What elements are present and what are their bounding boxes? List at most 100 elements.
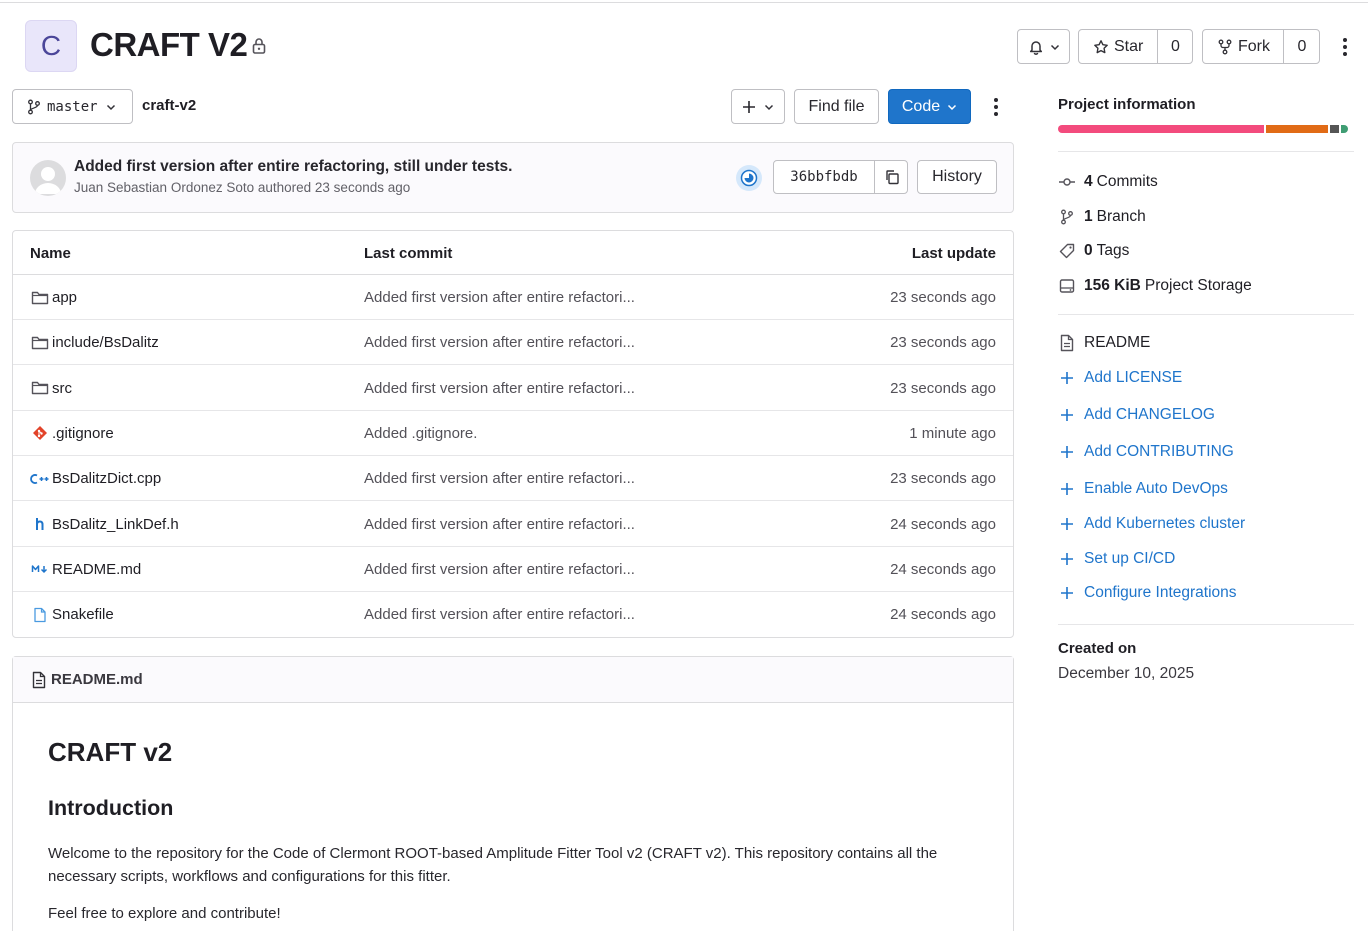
fork-button[interactable]: Fork 0: [1202, 29, 1320, 64]
file-last-commit[interactable]: Added first version after entire refacto…: [364, 366, 635, 411]
project-avatar[interactable]: C: [25, 20, 77, 72]
file-last-commit[interactable]: Added first version after entire refacto…: [364, 502, 635, 547]
project-information-heading: Project information: [1058, 96, 1196, 113]
readme-link-label: README: [1084, 334, 1151, 351]
readme-title: CRAFT v2: [48, 737, 173, 767]
document-icon: [31, 671, 47, 689]
branch-selector[interactable]: master: [12, 89, 133, 124]
table-row[interactable]: Snakefile Added first version after entir…: [13, 592, 1013, 637]
column-last-commit: Last commit: [364, 245, 453, 262]
add-dropdown-button[interactable]: [731, 89, 785, 124]
file-last-commit[interactable]: Added first version after entire refacto…: [364, 547, 635, 592]
language-bar[interactable]: [1058, 125, 1354, 133]
plus-icon: [1058, 369, 1076, 387]
file-name[interactable]: README.md: [52, 561, 141, 578]
table-row[interactable]: src Added first version after entire refa…: [13, 366, 1013, 411]
sidebar-action-add-changelog[interactable]: Add CHANGELOG: [1058, 404, 1215, 426]
top-border: [0, 0, 1368, 3]
readme-paragraph: Feel free to explore and contribute!: [48, 905, 281, 922]
code-button[interactable]: Code: [888, 89, 971, 124]
file-name-cell[interactable]: include/BsDalitz: [30, 320, 159, 365]
fork-count[interactable]: 0: [1284, 38, 1320, 56]
file-name[interactable]: BsDalitz_LinkDef.h: [52, 516, 179, 533]
commit-message[interactable]: Added first version after entire refacto…: [74, 158, 512, 176]
plus-icon: [1058, 584, 1076, 602]
table-row[interactable]: .gitignore Added .gitignore. 1 minute ago: [13, 411, 1013, 456]
table-row[interactable]: include/BsDalitz Added first version afte…: [13, 320, 1013, 366]
readme-file-label[interactable]: README.md: [51, 671, 143, 688]
language-segment[interactable]: [1340, 125, 1349, 133]
sidebar-action-enable-auto-devops[interactable]: Enable Auto DevOps: [1058, 478, 1228, 500]
table-row[interactable]: BsDalitzDict.cpp Added first version afte…: [13, 456, 1013, 502]
language-segment[interactable]: [1265, 125, 1329, 133]
copy-icon[interactable]: [875, 161, 908, 193]
file-name[interactable]: Snakefile: [52, 606, 114, 623]
stat-label: Branch: [1096, 207, 1146, 225]
language-segment[interactable]: [1330, 125, 1339, 133]
sidebar-action-add-license[interactable]: Add LICENSE: [1058, 367, 1182, 389]
more-actions-icon[interactable]: [1337, 36, 1353, 58]
file-last-commit[interactable]: Added first version after entire refacto…: [364, 592, 635, 637]
commit-sha[interactable]: 36bbfbdb: [774, 169, 874, 185]
sidebar-action-add-contributing[interactable]: Add CONTRIBUTING: [1058, 441, 1234, 463]
project-stat-project-storage[interactable]: 156 KiB Project Storage: [1058, 275, 1252, 297]
star-icon: [1093, 39, 1109, 55]
file-name-cell[interactable]: .gitignore: [30, 411, 114, 456]
stat-count: 0: [1084, 242, 1093, 260]
commit-icon: [1058, 173, 1076, 191]
file-last-commit[interactable]: Added first version after entire refacto…: [364, 320, 635, 365]
project-stat-tags[interactable]: 0 Tags: [1058, 240, 1129, 262]
sidebar-action-label: Add CHANGELOG: [1084, 406, 1215, 423]
project-stat-commits[interactable]: 4 Commits: [1058, 171, 1158, 193]
table-row[interactable]: BsDalitz_LinkDef.h Added first version af…: [13, 502, 1013, 547]
readme-link[interactable]: README: [1058, 332, 1150, 354]
file-name[interactable]: .gitignore: [52, 425, 114, 442]
project-avatar-letter: C: [40, 30, 62, 61]
file-last-update: 24 seconds ago: [890, 560, 996, 578]
language-segment[interactable]: [1058, 125, 1264, 133]
file-name-cell[interactable]: BsDalitz_LinkDef.h: [30, 502, 179, 547]
file-name-cell[interactable]: src: [30, 366, 72, 411]
avatar[interactable]: [30, 160, 66, 196]
document-icon: [1058, 334, 1076, 352]
sidebar-divider: [1058, 314, 1354, 315]
folder-icon: [30, 288, 50, 308]
file-name-cell[interactable]: README.md: [30, 547, 141, 592]
sidebar-action-add-kubernetes-cluster[interactable]: Add Kubernetes cluster: [1058, 513, 1245, 535]
file-name[interactable]: app: [52, 289, 77, 306]
table-row[interactable]: README.md Added first version after entir…: [13, 547, 1013, 592]
file-last-commit[interactable]: Added first version after entire refacto…: [364, 275, 635, 320]
created-on-date: December 10, 2025: [1058, 665, 1195, 682]
star-count[interactable]: 0: [1158, 38, 1193, 56]
file-last-commit[interactable]: Added .gitignore.: [364, 411, 477, 456]
stat-count: 4: [1084, 173, 1093, 190]
code-label: Code: [901, 97, 941, 115]
file-name[interactable]: include/BsDalitz: [52, 334, 159, 351]
sidebar-divider: [1058, 151, 1354, 152]
find-file-button[interactable]: Find file: [794, 89, 879, 124]
file-last-update: 24 seconds ago: [890, 515, 996, 533]
repo-more-icon[interactable]: [988, 96, 1004, 118]
readme-section-heading: Introduction: [48, 796, 174, 820]
folder-icon: [30, 333, 50, 353]
pipeline-status-icon[interactable]: [736, 165, 762, 191]
star-button[interactable]: Star 0: [1078, 29, 1193, 64]
created-on-label: Created on: [1058, 640, 1137, 657]
plus-icon: [1058, 550, 1076, 568]
star-label: Star: [1114, 37, 1144, 55]
column-name: Name: [30, 245, 71, 262]
file-name-cell[interactable]: app: [30, 275, 77, 320]
file-last-update: 23 seconds ago: [890, 379, 996, 397]
history-button[interactable]: History: [917, 160, 997, 194]
file-last-commit[interactable]: Added first version after entire refacto…: [364, 456, 635, 501]
file-name[interactable]: src: [52, 380, 72, 397]
file-name-cell[interactable]: BsDalitzDict.cpp: [30, 456, 161, 501]
file-name[interactable]: BsDalitzDict.cpp: [52, 470, 161, 487]
breadcrumb[interactable]: craft-v2: [142, 97, 196, 114]
sidebar-action-configure-integrations[interactable]: Configure Integrations: [1058, 582, 1237, 604]
table-row[interactable]: app Added first version after entire refa…: [13, 275, 1013, 320]
notifications-button[interactable]: [1017, 29, 1070, 64]
project-stat-branch[interactable]: 1 Branch: [1058, 206, 1146, 228]
file-name-cell[interactable]: Snakefile: [30, 592, 114, 637]
sidebar-action-set-up-ci-cd[interactable]: Set up CI/CD: [1058, 548, 1175, 570]
